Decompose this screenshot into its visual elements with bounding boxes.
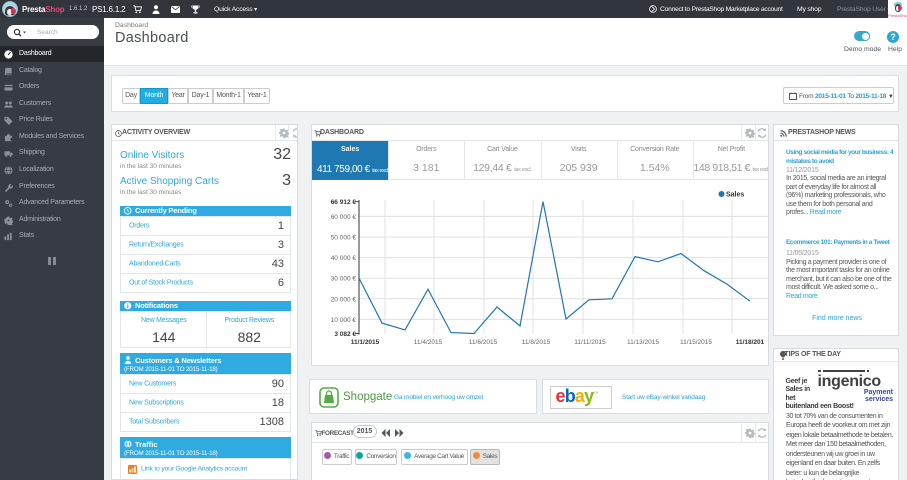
svg-text:60 000 €: 60 000 € — [331, 214, 357, 221]
svg-text:11/6/2015: 11/6/2015 — [469, 339, 498, 346]
svg-text:3 082 €: 3 082 € — [334, 331, 356, 338]
svg-text:10 000 €: 10 000 € — [331, 317, 357, 324]
svg-text:20 000 €: 20 000 € — [331, 296, 357, 303]
svg-text:11/15/2015: 11/15/2015 — [680, 339, 712, 346]
svg-text:40 000 €: 40 000 € — [331, 255, 357, 262]
svg-text:11/8/2015: 11/8/2015 — [522, 339, 551, 346]
svg-text:50 000 €: 50 000 € — [331, 235, 357, 242]
svg-text:11/4/2015: 11/4/2015 — [414, 339, 443, 346]
svg-text:11/11/2015: 11/11/2015 — [574, 339, 606, 346]
svg-text:Sales: Sales — [726, 192, 744, 199]
svg-text:11/13/2015: 11/13/2015 — [627, 339, 659, 346]
svg-text:11/1/2015: 11/1/2015 — [351, 339, 380, 346]
svg-text:11/18/201: 11/18/201 — [736, 339, 765, 346]
svg-text:30 000 €: 30 000 € — [331, 276, 357, 283]
svg-text:66 912 €: 66 912 € — [331, 199, 357, 206]
